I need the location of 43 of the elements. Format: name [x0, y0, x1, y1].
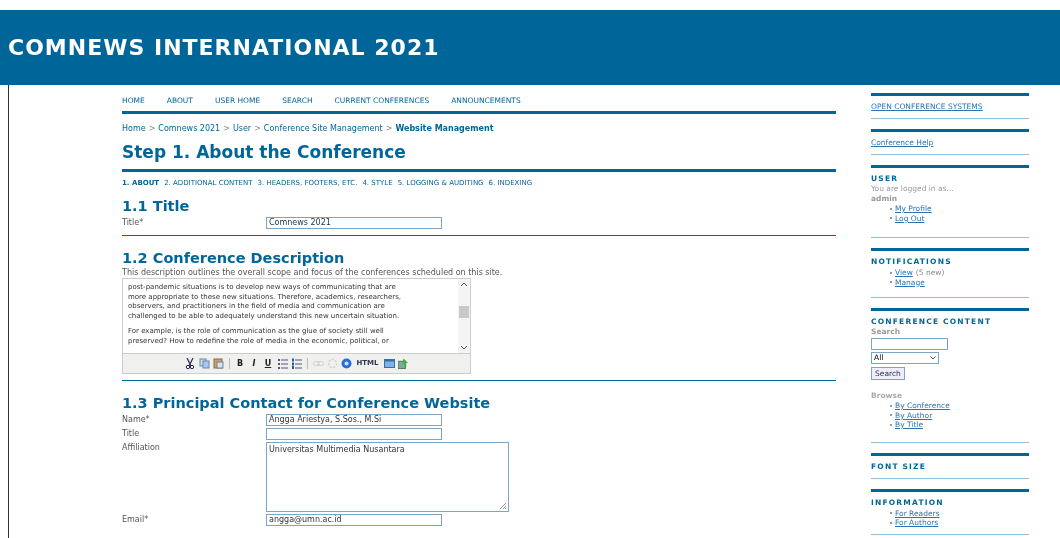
scrollbar[interactable] [458, 279, 470, 353]
input-field[interactable] [266, 428, 442, 440]
underline-button[interactable]: U [262, 358, 274, 369]
breadcrumb-link[interactable]: Comnews 2021 [158, 124, 221, 134]
section-heading: 1.1 Title [122, 198, 191, 215]
input-field[interactable]: Comnews 2021 [266, 217, 442, 229]
breadcrumb-separator: > [254, 124, 261, 134]
field-label: Affiliation [122, 442, 161, 454]
breadcrumb-separator: > [148, 124, 156, 134]
image-icon[interactable] [397, 358, 409, 369]
breadcrumb-link[interactable]: Home [122, 124, 146, 134]
numbered-list-icon[interactable] [290, 358, 302, 369]
field-label: Name* [122, 414, 151, 426]
italic-button[interactable]: I [248, 358, 260, 369]
field-label: Title* [122, 217, 145, 229]
section-description: This description outlines the overall scope and focus of the conferences scheduled on this site. [122, 268, 504, 278]
site-title: COMNEWS INTERNATIONAL 2021 [8, 34, 440, 62]
search-field[interactable] [871, 337, 948, 350]
breadcrumb-link[interactable]: Website Management [395, 124, 494, 134]
input-field[interactable]: angga@umn.ac.id [266, 514, 442, 526]
breadcrumb-link[interactable]: User [232, 124, 252, 134]
rich-text-editor[interactable] [122, 278, 471, 374]
bullet-list-icon[interactable] [276, 358, 288, 369]
section-heading: 1.3 Principal Contact for Conference Website [122, 395, 492, 412]
page-title: Step 1. About the Conference [122, 142, 407, 162]
input-field[interactable]: Angga Ariestya, S.Sos., M.Si [266, 414, 442, 426]
text-area[interactable]: Universitas Multimedia Nusantara [266, 442, 509, 512]
breadcrumb-separator: > [385, 124, 393, 134]
breadcrumb-link[interactable]: Conference Site Management [263, 124, 383, 134]
scroll-down-icon[interactable] [460, 345, 468, 350]
field-label: Email* [122, 514, 150, 526]
chevron-down-icon [930, 355, 936, 360]
scrollbar-thumb[interactable] [459, 306, 469, 318]
section-heading: 1.2 Conference Description [122, 250, 346, 267]
bold-button[interactable]: B [234, 358, 246, 369]
breadcrumb-separator: > [223, 124, 230, 134]
help-icon[interactable] [340, 358, 352, 369]
resize-grip-icon[interactable] [499, 502, 507, 510]
field-label: Title [122, 428, 141, 440]
scissors-icon[interactable] [184, 358, 196, 369]
paste-icon[interactable] [212, 358, 224, 369]
window-icon[interactable] [383, 358, 395, 369]
scroll-up-icon[interactable] [460, 282, 468, 287]
